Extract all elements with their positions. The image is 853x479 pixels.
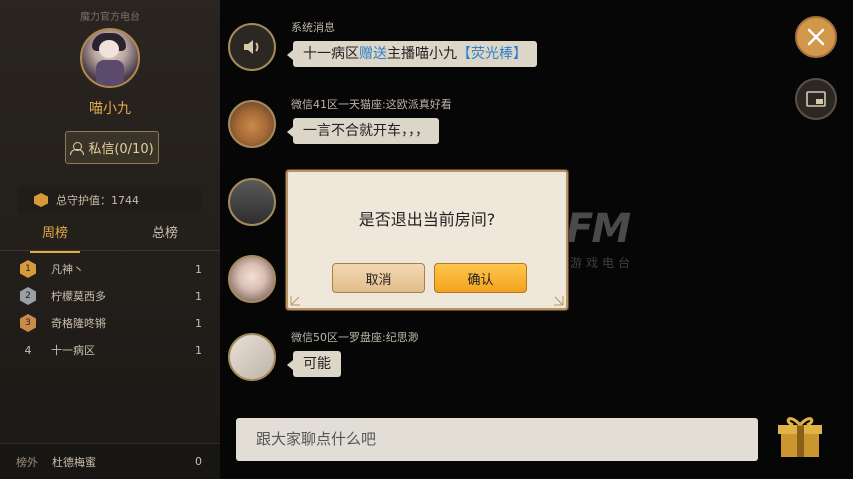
guard-value: 总守护值：1744 [56,194,139,207]
rank-tabs: 周榜 总榜 [0,222,220,253]
message-bubble: 可能 [287,351,341,377]
user-avatar[interactable] [228,333,276,381]
channel-name: 魔力官方电台 [80,12,140,23]
rank-name: 十一病区 [51,344,95,357]
my-rank-count: 0 [195,455,202,468]
rank-name: 凡神丶 [51,263,84,276]
gift-sender: 十一病区 [303,46,359,62]
private-message-button[interactable]: 私信(0/10) [65,131,159,164]
tab-total[interactable]: 总榜 [110,222,220,250]
rank-row[interactable]: 1 凡神丶 1 [0,256,220,282]
cancel-button[interactable]: 取消 [332,263,425,293]
user-avatar[interactable] [228,100,276,148]
rank-count: 1 [195,316,202,330]
close-button[interactable] [795,16,837,58]
rank-badge-icon: 3 [20,314,36,332]
rank-count: 1 [195,289,202,303]
gift-target: 主播喵小九 [387,46,457,62]
shield-icon [34,193,48,207]
message-sender: 系统消息 [291,21,335,34]
rank-count: 1 [195,343,202,357]
minimize-window-button[interactable] [795,78,837,120]
user-avatar[interactable] [228,255,276,303]
gift-button[interactable] [775,413,825,461]
gift-name: 【荧光棒】 [457,46,527,62]
message-sender: 微信41区一天猫座:这欧派真好看 [291,98,452,111]
guard-value-bar: 总守护值：1744 [18,187,201,213]
exit-room-dialog: 是否退出当前房间? 取消 确认 [286,170,568,310]
rank-row[interactable]: 4 十一病区 1 [0,337,220,363]
private-message-label: 私信(0/10) [88,142,154,157]
user-icon [70,141,85,155]
rank-name: 柠檬莫西多 [51,290,106,303]
station-logo-sub: 游戏电台 [570,256,635,270]
close-icon [807,28,825,46]
rank-badge-icon: 2 [20,287,36,305]
host-avatar[interactable] [80,28,140,88]
picture-in-picture-icon [806,91,826,107]
my-rank-row: 榜外 杜德梅蜜 0 [0,443,220,479]
rank-number: 4 [24,343,32,357]
gift-verb: 赠送 [359,46,387,62]
tab-weekly[interactable]: 周榜 [0,222,110,253]
rank-row[interactable]: 2 柠檬莫西多 1 [0,283,220,309]
sidebar: 魔力官方电台 喵小九 私信(0/10) 总守护值：1744 周榜 总榜 1 凡神… [0,0,220,479]
rank-badge-icon: 1 [20,260,36,278]
rank-name: 奇格隆咚锵 [51,317,106,330]
chat-input[interactable]: 跟大家聊点什么吧 [236,418,758,461]
out-of-rank-label: 榜外 [16,455,38,469]
station-logo: FM [566,206,631,252]
my-rank-name: 杜德梅蜜 [52,455,96,469]
rank-row[interactable]: 3 奇格隆咚锵 1 [0,310,220,336]
confirm-button[interactable]: 确认 [434,263,527,293]
rank-count: 1 [195,262,202,276]
dialog-question: 是否退出当前房间? [358,210,496,229]
gift-icon [778,417,822,457]
message-sender: 微信50区一罗盘座:纪思渺 [291,331,419,344]
speaker-icon [228,23,276,71]
user-avatar[interactable] [228,178,276,226]
host-name: 喵小九 [89,101,131,117]
message-bubble: 一言不合就开车，，， [287,118,439,144]
message-bubble: 十一病区赠送主播喵小九【荧光棒】 [287,41,537,67]
